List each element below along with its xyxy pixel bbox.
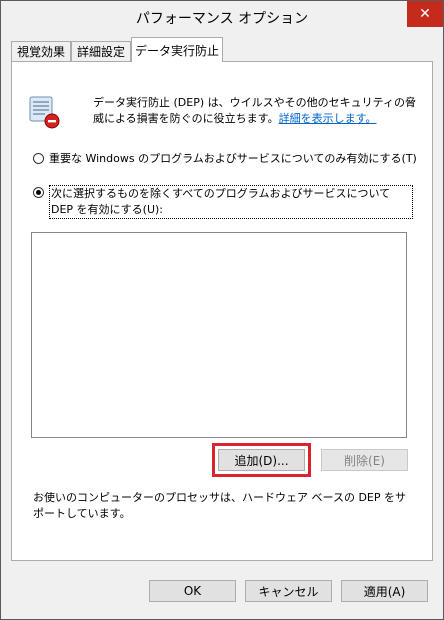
performance-options-window: パフォーマンス オプション ✕ 視覚効果 詳細設定 データ実行防止 データ実行防… <box>0 0 444 620</box>
window-title: パフォーマンス オプション <box>135 11 309 27</box>
option-all-except[interactable]: 次に選択するものを除くすべてのプログラムおよびサービスについて DEP を有効に… <box>33 185 413 219</box>
ok-button[interactable]: OK <box>149 580 236 602</box>
option-all-except-label: 次に選択するものを除くすべてのプログラムおよびサービスについて DEP を有効に… <box>49 185 413 219</box>
radio-all-except[interactable] <box>33 187 44 198</box>
option-essential-only[interactable]: 重要な Windows のプログラムおよびサービスについてのみ有効にする(T) <box>33 151 417 167</box>
tab-visual-effects[interactable]: 視覚効果 <box>11 41 71 61</box>
cancel-button[interactable]: キャンセル <box>245 580 332 602</box>
close-icon: ✕ <box>419 6 431 22</box>
apply-button[interactable]: 適用(A) <box>341 580 428 602</box>
add-button[interactable]: 追加(D)... <box>218 449 305 471</box>
close-button[interactable]: ✕ <box>407 1 443 27</box>
dep-support-text: お使いのコンピューターのプロセッサは、ハードウェア ベースの DEP をサポート… <box>33 491 406 520</box>
dep-description: データ実行防止 (DEP) は、ウイルスやその他のセキュリティの脅威による損害を… <box>93 95 423 127</box>
details-link[interactable]: 詳細を表示します。 <box>279 112 377 125</box>
exception-list[interactable] <box>31 232 407 438</box>
tab-dep[interactable]: データ実行防止 <box>131 37 223 62</box>
radio-essential-only[interactable] <box>33 153 44 164</box>
tab-advanced[interactable]: 詳細設定 <box>71 41 131 61</box>
remove-button[interactable]: 削除(E) <box>321 449 408 471</box>
option-essential-only-label: 重要な Windows のプログラムおよびサービスについてのみ有効にする(T) <box>49 152 417 165</box>
radio-selected-dot <box>36 190 41 195</box>
dep-shield-icon <box>24 93 64 133</box>
title-bar: パフォーマンス オプション ✕ <box>1 1 443 31</box>
